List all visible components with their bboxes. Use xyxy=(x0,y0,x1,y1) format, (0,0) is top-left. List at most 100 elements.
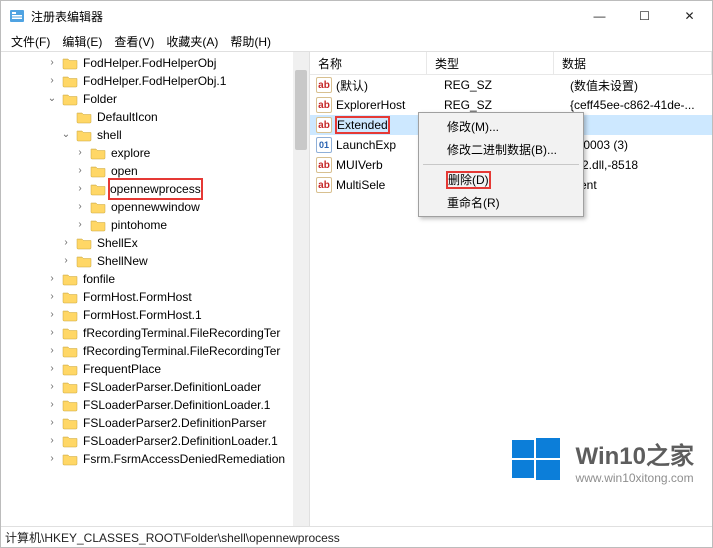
menu-favorites[interactable]: 收藏夹(A) xyxy=(160,33,224,50)
tree-item[interactable]: ›fRecordingTerminal.FileRecordingTer xyxy=(3,342,309,360)
app-icon xyxy=(9,8,25,24)
close-button[interactable]: ✕ xyxy=(667,1,712,31)
folder-icon xyxy=(90,182,106,196)
expander-closed-icon[interactable]: › xyxy=(45,324,59,342)
expander-closed-icon[interactable]: › xyxy=(73,198,87,216)
value-type: REG_SZ xyxy=(436,98,562,112)
tree-item-label: FSLoaderParser2.DefinitionLoader.1 xyxy=(81,432,280,450)
menubar: 文件(F) 编辑(E) 查看(V) 收藏夹(A) 帮助(H) xyxy=(1,31,712,52)
expander-closed-icon[interactable]: › xyxy=(45,432,59,450)
ctx-delete[interactable]: 删除(D) xyxy=(421,168,581,191)
value-row[interactable]: ab(默认)REG_SZ(数值未设置) xyxy=(310,75,712,95)
expander-closed-icon[interactable]: › xyxy=(45,342,59,360)
folder-icon xyxy=(62,434,78,448)
expander-closed-icon[interactable]: › xyxy=(73,180,87,198)
reg-binary-icon: 01 xyxy=(316,137,332,153)
maximize-button[interactable]: ☐ xyxy=(622,1,667,31)
col-data[interactable]: 数据 xyxy=(554,52,712,74)
expander-open-icon[interactable]: ⌄ xyxy=(59,126,73,144)
folder-icon xyxy=(62,308,78,322)
folder-icon xyxy=(76,110,92,124)
tree-item[interactable]: ⌄shell xyxy=(3,126,309,144)
folder-icon xyxy=(76,254,92,268)
ctx-modify-binary[interactable]: 修改二进制数据(B)... xyxy=(421,138,581,161)
expander-closed-icon[interactable]: › xyxy=(45,306,59,324)
menu-edit[interactable]: 编辑(E) xyxy=(56,33,108,50)
watermark-title: Win10之家 xyxy=(576,436,694,471)
col-type[interactable]: 类型 xyxy=(427,52,554,74)
reg-string-icon: ab xyxy=(316,157,332,173)
value-data: ment xyxy=(562,178,712,192)
folder-icon xyxy=(90,200,106,214)
expander-closed-icon[interactable]: › xyxy=(73,144,87,162)
tree-item-label: FSLoaderParser.DefinitionLoader xyxy=(81,378,263,396)
expander-closed-icon[interactable]: › xyxy=(45,450,59,468)
windows-logo-icon xyxy=(510,434,562,486)
folder-icon xyxy=(62,362,78,376)
reg-string-icon: ab xyxy=(316,117,332,133)
watermark: Win10之家 www.win10xitong.com xyxy=(510,434,694,486)
menu-help[interactable]: 帮助(H) xyxy=(224,33,277,50)
tree-item-label: Folder xyxy=(81,90,119,108)
folder-icon xyxy=(62,326,78,340)
tree-item-label: explore xyxy=(109,144,152,162)
expander-open-icon[interactable]: ⌄ xyxy=(45,90,59,108)
watermark-url: www.win10xitong.com xyxy=(576,471,694,485)
tree-item[interactable]: ›DefaultIcon xyxy=(3,108,309,126)
context-menu: 修改(M)... 修改二进制数据(B)... 删除(D) 重命名(R) xyxy=(418,112,584,217)
tree-item[interactable]: ›ShellEx xyxy=(3,234,309,252)
expander-closed-icon[interactable]: › xyxy=(45,54,59,72)
tree-item[interactable]: › FormHost.FormHost.1 xyxy=(3,306,309,324)
tree-item[interactable]: ›opennewwindow xyxy=(3,198,309,216)
expander-closed-icon[interactable]: › xyxy=(45,288,59,306)
tree-item-label: FormHost.FormHost.1 xyxy=(81,306,204,324)
tree-item[interactable]: ›pintohome xyxy=(3,216,309,234)
reg-string-icon: ab xyxy=(316,177,332,193)
value-data: {ceff45ee-c862-41de-... xyxy=(562,98,712,112)
folder-icon xyxy=(62,344,78,358)
tree-item[interactable]: ›FodHelper.FodHelperObj xyxy=(3,54,309,72)
tree-item[interactable]: › FSLoaderParser.DefinitionLoader xyxy=(3,378,309,396)
tree-item-label: FSLoaderParser.DefinitionLoader.1 xyxy=(81,396,272,414)
value-data: (数值未设置) xyxy=(562,77,712,94)
folder-icon xyxy=(76,128,92,142)
reg-string-icon: ab xyxy=(316,97,332,113)
expander-closed-icon[interactable]: › xyxy=(45,414,59,432)
tree-item[interactable]: ›fRecordingTerminal.FileRecordingTer xyxy=(3,324,309,342)
expander-closed-icon[interactable]: › xyxy=(59,234,73,252)
tree-item-label: FrequentPlace xyxy=(81,360,163,378)
expander-closed-icon[interactable]: › xyxy=(45,378,59,396)
tree-item[interactable]: ›FSLoaderParser2.DefinitionParser xyxy=(3,414,309,432)
folder-icon xyxy=(62,92,78,106)
tree-item[interactable]: › FrequentPlace xyxy=(3,360,309,378)
expander-closed-icon[interactable]: › xyxy=(45,72,59,90)
tree-item[interactable]: ›FodHelper.FodHelperObj.1 xyxy=(3,72,309,90)
tree-item[interactable]: ›Fsrm.FsrmAccessDeniedRemediation xyxy=(3,450,309,468)
tree-item[interactable]: ›opennewprocess xyxy=(3,180,309,198)
tree-item-label: fonfile xyxy=(81,270,117,288)
tree-scrollbar[interactable] xyxy=(293,52,309,526)
expander-closed-icon[interactable]: › xyxy=(73,162,87,180)
tree-item[interactable]: › FSLoaderParser.DefinitionLoader.1 xyxy=(3,396,309,414)
tree-item[interactable]: ›FormHost.FormHost xyxy=(3,288,309,306)
tree-item[interactable]: ⌄ Folder xyxy=(3,90,309,108)
ctx-modify[interactable]: 修改(M)... xyxy=(421,115,581,138)
ctx-rename[interactable]: 重命名(R) xyxy=(421,191,581,214)
tree-item[interactable]: › FSLoaderParser2.DefinitionLoader.1 xyxy=(3,432,309,450)
expander-closed-icon[interactable]: › xyxy=(45,396,59,414)
tree-item[interactable]: › fonfile xyxy=(3,270,309,288)
expander-closed-icon[interactable]: › xyxy=(45,270,59,288)
menu-view[interactable]: 查看(V) xyxy=(108,33,160,50)
expander-closed-icon[interactable]: › xyxy=(59,252,73,270)
folder-icon xyxy=(62,74,78,88)
expander-closed-icon[interactable]: › xyxy=(73,216,87,234)
reg-string-icon: ab xyxy=(316,77,332,93)
titlebar: 注册表编辑器 — ☐ ✕ xyxy=(1,1,712,31)
expander-closed-icon[interactable]: › xyxy=(45,360,59,378)
tree-item[interactable]: ›ShellNew xyxy=(3,252,309,270)
tree-scroll-thumb[interactable] xyxy=(295,70,307,150)
tree-item[interactable]: › explore xyxy=(3,144,309,162)
col-name[interactable]: 名称 xyxy=(310,52,427,74)
menu-file[interactable]: 文件(F) xyxy=(5,33,56,50)
minimize-button[interactable]: — xyxy=(577,1,622,31)
